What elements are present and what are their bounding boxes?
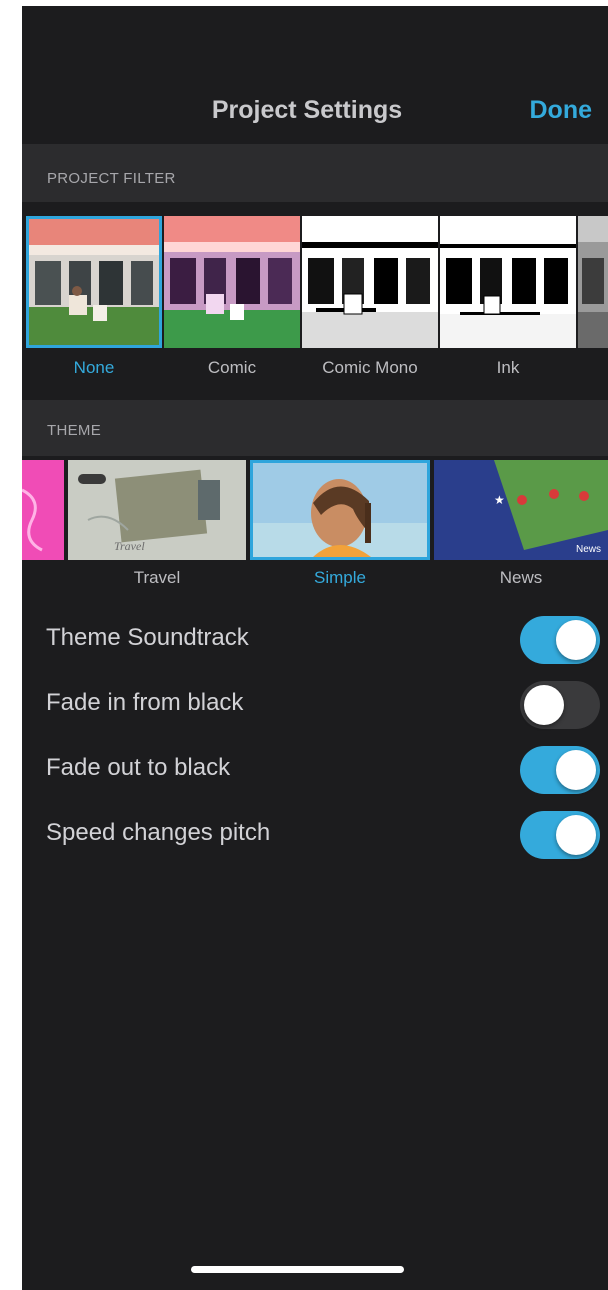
- setting-row-theme-soundtrack: Theme Soundtrack: [22, 610, 608, 670]
- filter-label-comic-mono: Comic Mono: [322, 358, 418, 377]
- home-indicator[interactable]: [191, 1266, 404, 1273]
- porch-photo-gray: [578, 216, 608, 348]
- project-filter-title: PROJECT FILTER: [47, 170, 176, 187]
- setting-row-fade-out: Fade out to black: [22, 740, 608, 800]
- theme-label-simple: Simple: [314, 568, 366, 587]
- setting-row-fade-in: Fade in from black: [22, 675, 608, 735]
- theme-header: THEME: [22, 400, 608, 456]
- setting-row-speed-pitch: Speed changes pitch: [22, 805, 608, 865]
- project-filter-header: PROJECT FILTER: [22, 144, 608, 202]
- porch-photo-ink: [440, 216, 576, 348]
- fade-in-toggle[interactable]: [520, 681, 600, 729]
- toggle-knob: [556, 750, 596, 790]
- theme-soundtrack-toggle[interactable]: [520, 616, 600, 664]
- theme-thumbnail-pink: [22, 460, 64, 560]
- filter-label-none: None: [73, 358, 115, 377]
- filter-thumbnail-partial[interactable]: [578, 216, 608, 348]
- news-thumbnail-caption: News: [576, 544, 601, 555]
- project-settings-screen: Project Settings Done PROJECT FILTER Non…: [22, 6, 608, 1290]
- theme-item-partial[interactable]: [22, 460, 64, 560]
- theme-title: THEME: [47, 422, 101, 439]
- filter-thumbnail-none[interactable]: [26, 216, 162, 348]
- page-title: Project Settings: [211, 96, 403, 124]
- filter-label-comic: Comic: [207, 358, 257, 377]
- filter-thumbnail-comic-mono[interactable]: [302, 216, 438, 348]
- theme-item-simple[interactable]: [250, 460, 430, 560]
- navigation-bar: Project Settings Done: [22, 6, 608, 144]
- filter-thumbnail-comic[interactable]: [164, 216, 300, 348]
- travel-thumbnail-caption: Travel: [114, 539, 145, 553]
- theme-thumbnail-news: ★ News: [434, 460, 608, 560]
- toggle-knob: [524, 685, 564, 725]
- theme-item-news[interactable]: ★ News: [434, 460, 608, 560]
- filter-carousel[interactable]: None Comic Comic Mono Ink: [22, 216, 608, 394]
- theme-thumbnail-simple: [253, 463, 427, 557]
- filter-thumbnail-ink[interactable]: [440, 216, 576, 348]
- porch-photo-color: [29, 219, 159, 345]
- filter-label-ink: Ink: [496, 358, 520, 377]
- theme-label-travel: Travel: [133, 568, 181, 587]
- theme-label-news: News: [499, 568, 543, 587]
- toggle-knob: [556, 815, 596, 855]
- toggle-knob: [556, 620, 596, 660]
- porch-photo-comic: [164, 216, 300, 348]
- theme-thumbnail-travel: Travel: [68, 460, 246, 560]
- speed-pitch-toggle[interactable]: [520, 811, 600, 859]
- speed-pitch-label: Speed changes pitch: [46, 819, 271, 846]
- fade-in-label: Fade in from black: [46, 689, 244, 716]
- svg-text:★: ★: [494, 493, 505, 507]
- theme-soundtrack-label: Theme Soundtrack: [46, 624, 249, 651]
- porch-photo-mono: [302, 216, 438, 348]
- fade-out-toggle[interactable]: [520, 746, 600, 794]
- done-button[interactable]: Done: [530, 96, 593, 125]
- theme-item-travel[interactable]: Travel: [68, 460, 246, 560]
- fade-out-label: Fade out to black: [46, 754, 231, 781]
